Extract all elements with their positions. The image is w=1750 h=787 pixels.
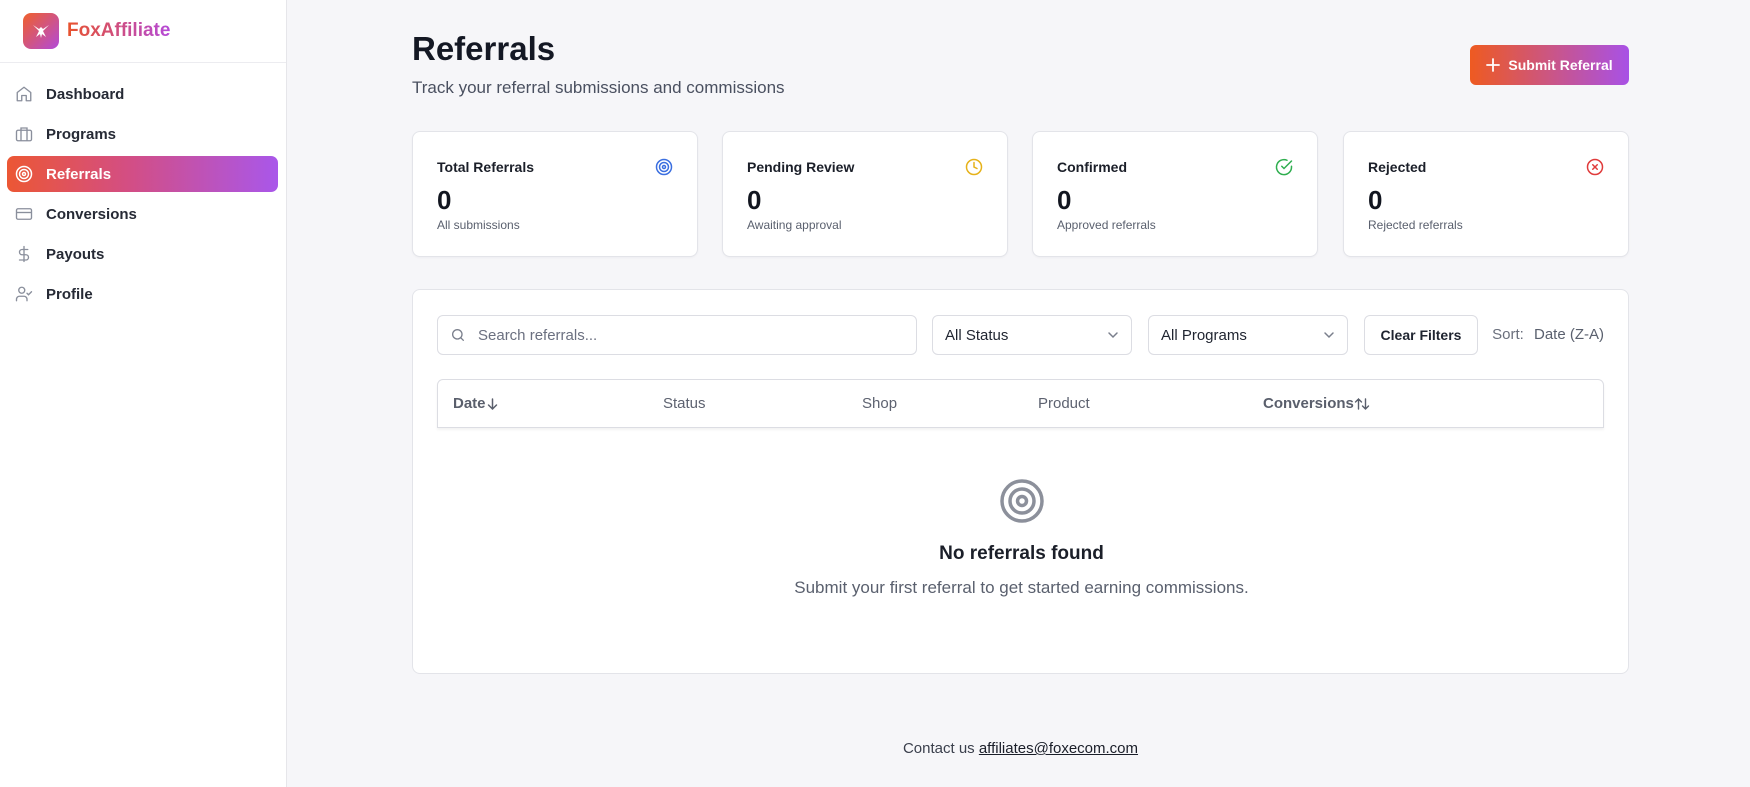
search-input[interactable] [478,326,898,344]
column-header-date[interactable]: Date [453,395,499,412]
arrow-up-down-icon [1354,397,1370,410]
dollar-icon [15,245,33,263]
stat-title: Total Referrals [437,159,534,175]
search-icon [452,329,464,341]
empty-state-text: Submit your first referral to get starte… [794,578,1249,597]
stat-card-confirmed: Confirmed 0 Approved referrals [1032,131,1318,257]
stat-value: 0 [747,185,762,215]
status-select-value: All Status [945,326,1009,344]
sort-control: Sort: Date (Z-A) [1492,326,1604,343]
sidebar-item-referrals[interactable]: Referrals [7,156,278,192]
sort-label: Sort: [1492,326,1524,343]
chevron-down-icon [1324,332,1334,339]
stat-caption: Approved referrals [1057,218,1156,232]
user-check-icon [15,285,33,303]
sidebar-item-conversions[interactable]: Conversions [7,196,278,232]
x-circle-icon [1586,158,1604,176]
status-select[interactable]: All Status [932,315,1132,355]
stat-title: Rejected [1368,159,1427,175]
column-header-shop: Shop [862,395,898,412]
column-header-status: Status [663,395,706,412]
brand-name: FoxAffiliate [67,20,171,41]
stat-value: 0 [1368,185,1383,215]
stat-title: Pending Review [747,159,855,175]
program-select[interactable]: All Programs [1148,315,1348,355]
table-header: Date Status Shop Product Conversions [437,379,1604,428]
sidebar-item-label: Programs [46,125,117,143]
clock-icon [965,158,983,176]
stat-card-pending: Pending Review 0 Awaiting approval [722,131,1008,257]
sidebar-item-label: Conversions [46,205,137,223]
stat-caption: Rejected referrals [1368,218,1463,232]
program-select-value: All Programs [1161,326,1247,344]
chevron-down-icon [1108,332,1118,339]
column-header-conversions[interactable]: Conversions [1263,395,1370,412]
sidebar-item-label: Payouts [46,245,105,263]
sidebar-item-label: Referrals [46,165,112,183]
brand[interactable]: FoxAffiliate [0,0,286,63]
column-header-product: Product [1038,395,1090,412]
credit-card-icon [15,205,33,223]
stat-card-total: Total Referrals 0 All submissions [412,131,698,257]
empty-state-title: No referrals found [939,543,1104,564]
submit-referral-label: Submit Referral [1508,57,1613,73]
check-circle-icon [1275,158,1293,176]
contact-email-link[interactable]: affiliates@foxecom.com [979,740,1138,757]
sort-value[interactable]: Date (Z-A) [1534,326,1604,343]
clear-filters-button[interactable]: Clear Filters [1364,315,1478,355]
column-label: Date [453,395,486,412]
stat-card-rejected: Rejected 0 Rejected referrals [1343,131,1629,257]
stat-caption: All submissions [437,218,520,232]
sidebar-item-dashboard[interactable]: Dashboard [7,76,278,112]
sidebar-item-label: Profile [46,285,93,303]
stat-title: Confirmed [1057,159,1127,175]
sidebar-item-profile[interactable]: Profile [7,276,278,312]
home-icon [15,85,33,103]
briefcase-icon [15,125,33,143]
page-title: Referrals [412,30,556,67]
page-subtitle: Track your referral submissions and comm… [412,78,785,97]
column-label: Conversions [1263,395,1354,412]
footer: Contact us affiliates@foxecom.com [412,740,1629,757]
referrals-panel: All Status All Programs Clear Filters So… [412,289,1629,674]
sidebar-item-label: Dashboard [46,85,125,103]
fox-logo-icon [23,13,59,49]
stat-caption: Awaiting approval [747,218,842,232]
plus-icon [1486,58,1501,72]
sidebar: FoxAffiliate Dashboard Programs Referral… [0,0,287,787]
sidebar-nav: Dashboard Programs Referrals Conversions… [0,63,286,312]
stat-value: 0 [437,185,452,215]
stat-value: 0 [1057,185,1072,215]
sidebar-item-payouts[interactable]: Payouts [7,236,278,272]
submit-referral-button[interactable]: Submit Referral [1470,45,1629,85]
footer-text: Contact us [902,740,975,757]
target-icon [655,158,673,176]
sidebar-item-programs[interactable]: Programs [7,116,278,152]
stats-row: Total Referrals 0 All submissions Pendin… [412,131,1629,257]
target-icon [1000,479,1044,523]
target-icon [15,165,33,183]
search-box[interactable] [437,315,917,355]
arrow-down-icon [487,397,497,410]
